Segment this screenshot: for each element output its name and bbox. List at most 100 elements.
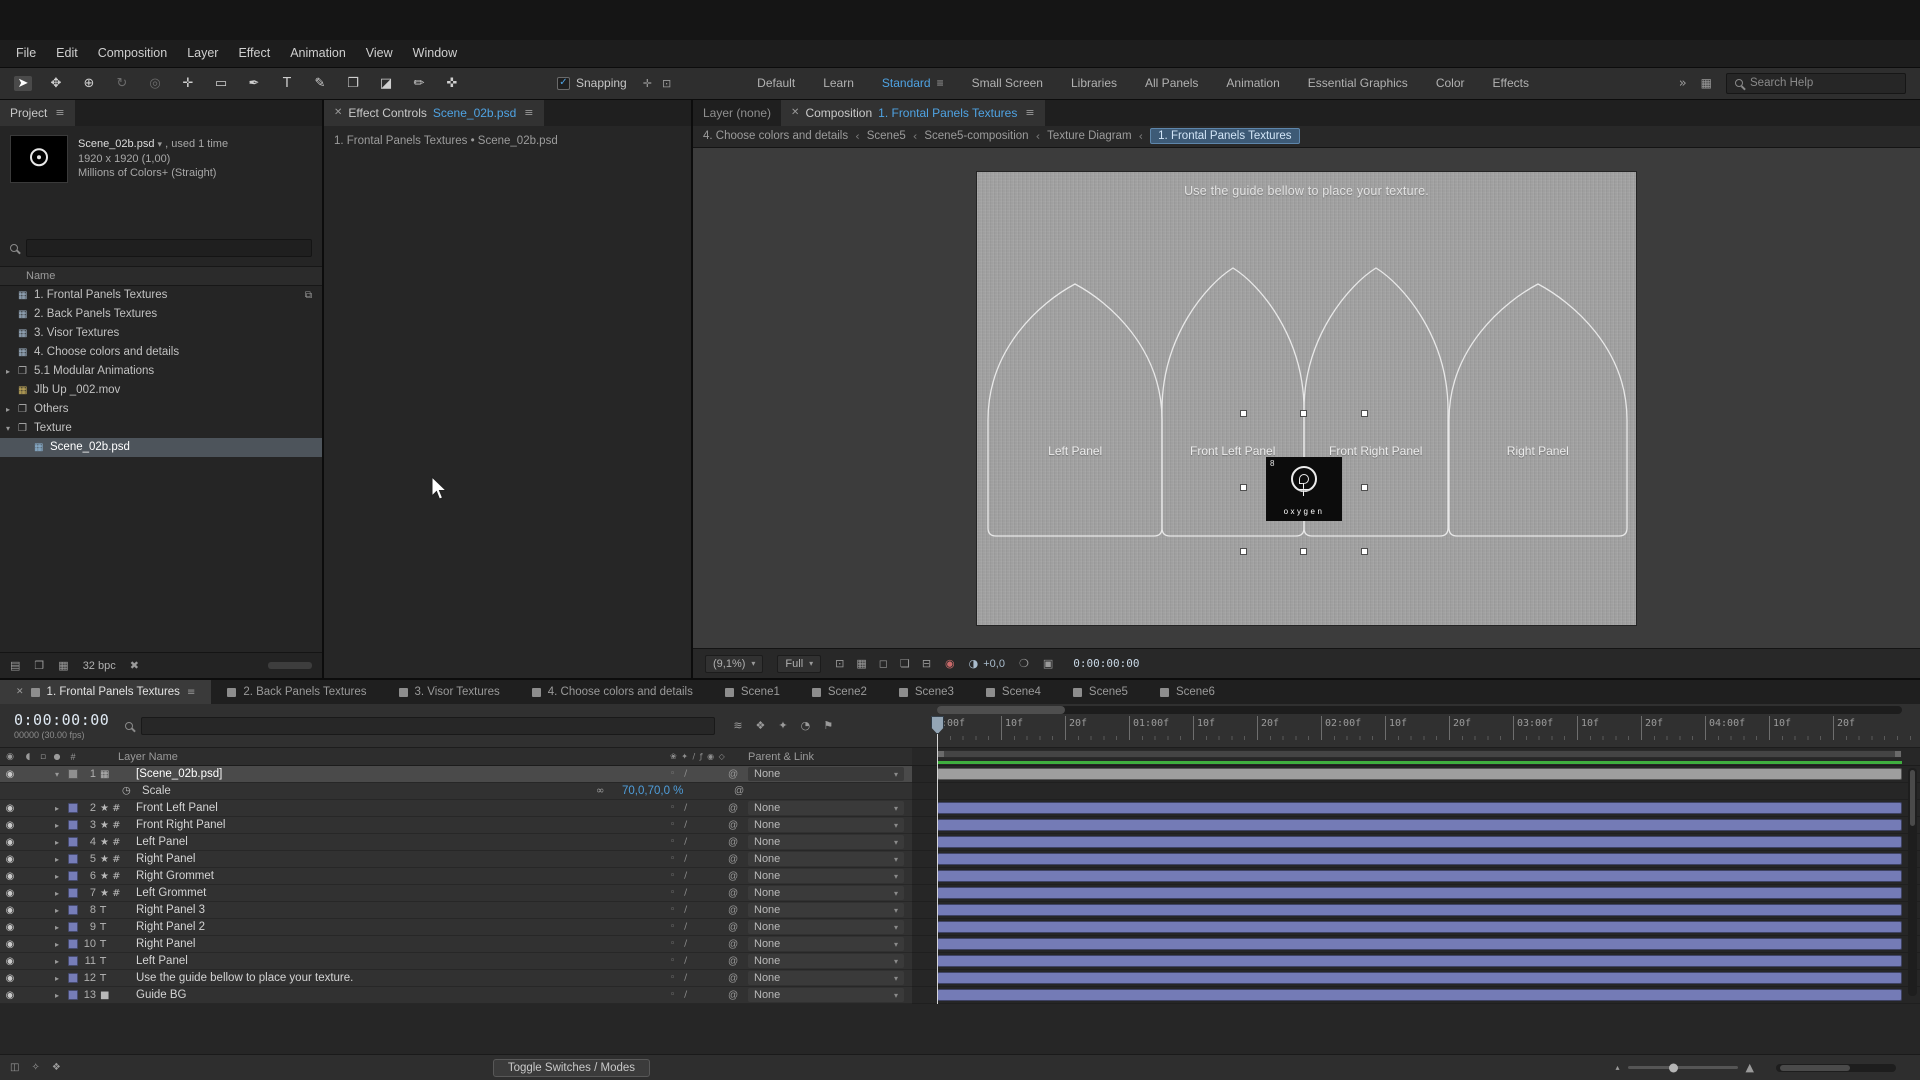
close-icon[interactable]: ✕: [16, 687, 24, 697]
timeline-tab[interactable]: Scene2: [796, 680, 883, 704]
parent-dropdown[interactable]: None ▾: [748, 954, 904, 968]
expand-arrow-icon[interactable]: ▸: [50, 923, 64, 932]
selection-handle[interactable]: [1361, 484, 1368, 491]
pick-whip-icon[interactable]: @: [728, 973, 748, 984]
pick-whip-icon[interactable]: @: [728, 803, 748, 814]
effect-controls-tab[interactable]: ✕ Effect Controls Scene_02b.psd ≡: [324, 100, 544, 126]
motion-blur-icon[interactable]: ⚑: [823, 719, 833, 732]
parent-link-column-header[interactable]: Parent & Link: [748, 751, 904, 763]
label-color-swatch[interactable]: [68, 939, 78, 949]
timeline-tab[interactable]: Scene6: [1144, 680, 1231, 704]
breadcrumb-item[interactable]: Scene5-composition: [924, 130, 1028, 142]
project-item[interactable]: ▦ 4. Choose colors and details: [0, 343, 322, 362]
label-color-swatch[interactable]: [68, 888, 78, 898]
interpret-footage-icon[interactable]: ▤: [10, 659, 20, 672]
pick-whip-icon[interactable]: @: [728, 922, 748, 933]
layer-name[interactable]: Use the guide bellow to place your textu…: [130, 972, 670, 984]
layer-duration-bar[interactable]: [937, 938, 1902, 950]
expander-icon[interactable]: ▸: [6, 405, 18, 414]
timeline-tab[interactable]: 3. Visor Textures: [383, 680, 516, 704]
chevron-down-icon[interactable]: ▾: [158, 140, 163, 150]
camera-tool[interactable]: ◎: [146, 76, 164, 91]
take-snapshot-icon[interactable]: ❍: [1019, 657, 1029, 670]
panel-menu-icon[interactable]: ≡: [55, 106, 64, 119]
layer-row[interactable]: ◉ ▸ 9 T Right Panel 2 ◦ / @ None ▾: [0, 919, 1920, 936]
composition-tab[interactable]: ✕ Composition 1. Frontal Panels Textures…: [781, 100, 1045, 126]
layer-name[interactable]: Right Panel 2: [130, 921, 670, 933]
panel-menu-icon[interactable]: ≡: [187, 687, 195, 698]
help-search-field[interactable]: [1726, 73, 1906, 94]
toggle-switches-modes-button[interactable]: Toggle Switches / Modes: [493, 1059, 650, 1077]
menu-item[interactable]: Window: [403, 43, 467, 63]
expand-arrow-icon[interactable]: ▸: [50, 940, 64, 949]
pick-whip-icon[interactable]: @: [728, 871, 748, 882]
name-column-header[interactable]: Name: [0, 266, 322, 286]
lock-column-icon[interactable]: ▫: [36, 752, 50, 762]
scrollbar-thumb[interactable]: [1910, 770, 1915, 826]
parent-dropdown[interactable]: None ▾: [748, 869, 904, 883]
layer-switches[interactable]: ◦ /: [670, 939, 728, 949]
type-tool[interactable]: T: [278, 76, 296, 91]
color-depth-button[interactable]: 32 bpc: [83, 660, 116, 672]
preview-timecode[interactable]: 0:00:00:00: [1073, 657, 1139, 670]
label-color-swatch[interactable]: [68, 973, 78, 983]
timeline-tab[interactable]: 4. Choose colors and details: [516, 680, 709, 704]
new-composition-icon[interactable]: ▦: [58, 659, 68, 672]
project-item[interactable]: ▸ ❐ Others: [0, 400, 322, 419]
expand-arrow-icon[interactable]: ▸: [50, 889, 64, 898]
layer-name[interactable]: Left Panel: [130, 836, 670, 848]
pick-whip-icon[interactable]: @: [728, 820, 748, 831]
layer-duration-bar[interactable]: [937, 768, 1902, 780]
timeline-search-field[interactable]: [125, 717, 715, 735]
hide-shy-layers-icon[interactable]: ✦: [778, 719, 787, 732]
mini-flowchart-icon[interactable]: ≋: [733, 719, 742, 732]
time-navigator[interactable]: [937, 706, 1902, 714]
expand-in-out-icon[interactable]: ❖: [52, 1062, 61, 1073]
layer-row[interactable]: ◉ ▸ 7 ★ # Left Grommet ◦ / @ None ▾: [0, 885, 1920, 902]
layer-name[interactable]: [Scene_02b.psd]: [130, 768, 670, 780]
safe-margins-icon[interactable]: ⊟: [922, 657, 931, 670]
selection-tool[interactable]: ➤: [14, 76, 32, 91]
expand-arrow-icon[interactable]: ▸: [50, 838, 64, 847]
resolution-dropdown[interactable]: Full▾: [777, 655, 821, 673]
zoom-in-mountain-icon[interactable]: ▲: [1746, 1061, 1754, 1074]
eye-icon[interactable]: ◉: [0, 803, 20, 814]
breadcrumb-item[interactable]: 1. Frontal Panels Textures: [1150, 128, 1299, 144]
snapping-checkbox[interactable]: ✓: [557, 77, 570, 90]
label-color-swatch[interactable]: [68, 871, 78, 881]
work-area-bar[interactable]: [937, 750, 1902, 758]
workspace-tab[interactable]: Learn: [823, 76, 854, 90]
rotation-tool[interactable]: ↻: [113, 76, 131, 91]
layer-name[interactable]: Right Panel: [130, 853, 670, 865]
layer-name[interactable]: Right Panel: [130, 938, 670, 950]
new-folder-icon[interactable]: ❐: [34, 659, 44, 672]
project-search-input[interactable]: [26, 239, 312, 257]
layer-row[interactable]: ◉ ▸ 2 ★ # Front Left Panel ◦ / @ None ▾: [0, 800, 1920, 817]
viewer-area[interactable]: Use the guide bellow to place your textu…: [693, 148, 1920, 648]
zoom-slider-thumb[interactable]: [1669, 1063, 1678, 1072]
menu-item[interactable]: Effect: [228, 43, 280, 63]
eye-icon[interactable]: ◉: [0, 956, 20, 967]
menu-item[interactable]: Edit: [46, 43, 88, 63]
layer-name[interactable]: Right Grommet: [130, 870, 670, 882]
parent-dropdown[interactable]: None ▾: [748, 852, 904, 866]
hand-tool[interactable]: ✥: [47, 76, 65, 91]
eye-icon[interactable]: ◉: [0, 922, 20, 933]
workspace-tab[interactable]: Libraries: [1071, 76, 1117, 90]
clone-stamp-tool[interactable]: ❐: [344, 76, 362, 91]
composition-canvas[interactable]: Use the guide bellow to place your textu…: [977, 172, 1636, 625]
property-value[interactable]: 70,0,70,0 %: [622, 785, 683, 797]
layer-row[interactable]: ◷ Scale ∞ 70,0,70,0 % @: [0, 783, 1920, 800]
layer-row[interactable]: ◉ ▸ 3 ★ # Front Right Panel ◦ / @ None: [0, 817, 1920, 834]
menu-item[interactable]: Composition: [88, 43, 177, 63]
footage-name[interactable]: Scene_02b.psd: [78, 138, 154, 150]
exposure-value[interactable]: +0,0: [983, 658, 1005, 670]
workspace-tab[interactable]: Standard ≡: [882, 76, 944, 90]
pan-behind-tool[interactable]: ✛: [179, 76, 197, 91]
layer-row[interactable]: ◉ ▸ 5 ★ # Right Panel ◦ / @ None ▾: [0, 851, 1920, 868]
pick-whip-icon[interactable]: @: [728, 905, 748, 916]
layer-duration-bar[interactable]: [937, 989, 1902, 1001]
workspace-tab[interactable]: Animation: [1226, 76, 1279, 90]
project-item[interactable]: ▦ Jlb Up _002.mov: [0, 381, 322, 400]
eye-icon[interactable]: ◉: [0, 990, 20, 1001]
